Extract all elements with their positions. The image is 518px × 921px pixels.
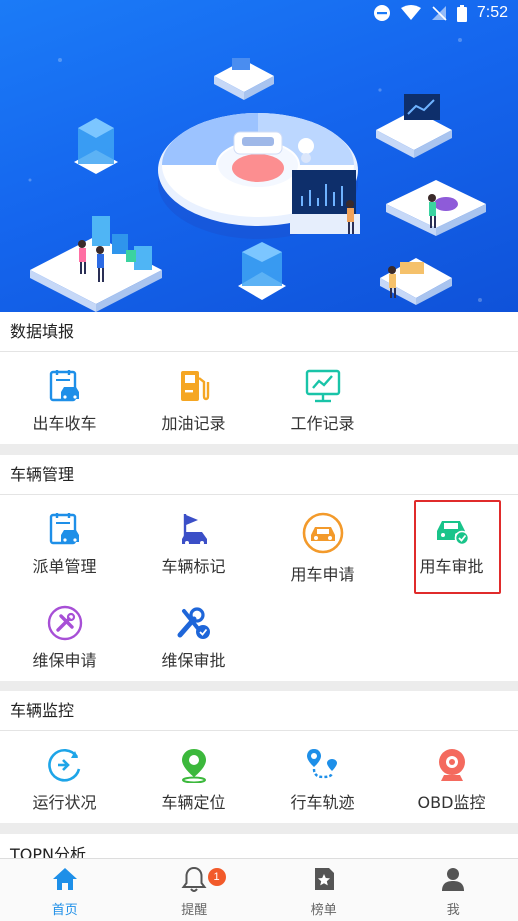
menu-item-label: 行车轨迹 [290,793,355,812]
bottom-navigation: 首页 1 提醒 榜单 我 [0,858,518,921]
car-circle-icon [302,512,343,554]
section-title-vehicle-management: 车辆管理 [0,455,518,495]
menu-item-label: 用车申请 [290,565,355,584]
section-title-vehicle-monitoring: 车辆监控 [0,691,518,731]
menu-item-label: 车辆标记 [161,557,226,576]
menu-item-maintenance-request[interactable]: 维保申请 [0,605,129,671]
fuel-pump-icon [180,371,209,401]
nav-tab-me[interactable]: 我 [389,859,518,921]
wifi-icon [400,5,421,20]
menu-item-vehicle-request[interactable]: 用车申请 [258,511,387,585]
nav-label: 提醒 [181,903,208,918]
status-time: 7:52 [476,4,508,21]
nav-label: 我 [446,903,460,918]
route-track-icon [306,749,337,779]
user-icon [442,868,465,891]
menu-item-fuel-record[interactable]: 加油记录 [129,368,258,434]
nav-tab-home[interactable]: 首页 [0,859,130,921]
menu-item-vehicle-mark[interactable]: 车辆标记 [129,511,258,577]
status-bar: 7:52 [0,0,518,30]
no-signal-icon [431,6,447,21]
menu-item-label: 加油记录 [161,414,226,433]
banner-illustration [0,0,518,312]
menu-item-vehicle-location[interactable]: 车辆定位 [129,747,258,813]
nav-label: 榜单 [310,903,337,918]
menu-item-depart-return[interactable]: 出车收车 [0,368,129,434]
notification-badge: 1 [207,868,226,886]
menu-item-label: 派单管理 [32,557,97,576]
menu-item-label: OBD监控 [417,793,486,812]
do-not-disturb-icon [373,5,390,21]
menu-item-driving-track[interactable]: 行车轨迹 [258,747,387,813]
wrench-check-icon [177,607,210,639]
monitor-chart-icon [305,369,340,403]
menu-item-label: 工作记录 [290,414,355,433]
menu-item-label: 车辆定位 [161,793,226,812]
clipboard-car-icon [49,370,79,402]
tools-circle-icon [47,605,82,641]
nav-tab-rankings[interactable]: 榜单 [259,859,389,921]
section-title-data-entry: 数据填报 [0,312,518,352]
menu-item-label: 维保审批 [161,651,226,670]
dispatch-clipboard-icon [49,513,79,545]
menu-item-running-status[interactable]: 运行状况 [0,747,129,813]
menu-item-dispatch-management[interactable]: 派单管理 [0,511,129,577]
running-status-icon [47,748,80,782]
section-topn-analysis: TOPN分析 [0,834,518,858]
menu-item-label: 运行状况 [32,793,97,812]
nav-tab-reminders[interactable]: 1 提醒 [130,859,260,921]
menu-item-label: 出车收车 [32,414,97,433]
isometric-dashboard-illustration [28,38,486,312]
ranking-icon [314,868,334,890]
flag-car-icon [181,514,207,545]
menu-item-label: 维保申请 [32,651,97,670]
section-vehicle-management: 车辆管理 派单管理 车辆标记 用车申请 用车审批 维保申请 维保审批 [0,455,518,681]
menu-item-maintenance-approval[interactable]: 维保审批 [129,605,258,671]
menu-item-obd-monitor[interactable]: OBD监控 [387,747,516,813]
section-data-entry: 数据填报 出车收车 加油记录 工作记录 [0,312,518,444]
obd-camera-icon [438,749,465,781]
section-title-topn-analysis: TOPN分析 [10,845,86,858]
location-pin-icon [181,749,206,783]
nav-label: 首页 [51,903,78,918]
selection-highlight [414,500,501,594]
home-icon [52,868,77,890]
menu-item-work-record[interactable]: 工作记录 [258,368,387,434]
section-vehicle-monitoring: 车辆监控 运行状况 车辆定位 行车轨迹 OBD监控 [0,691,518,823]
battery-icon [456,4,467,22]
bell-icon [181,866,207,892]
